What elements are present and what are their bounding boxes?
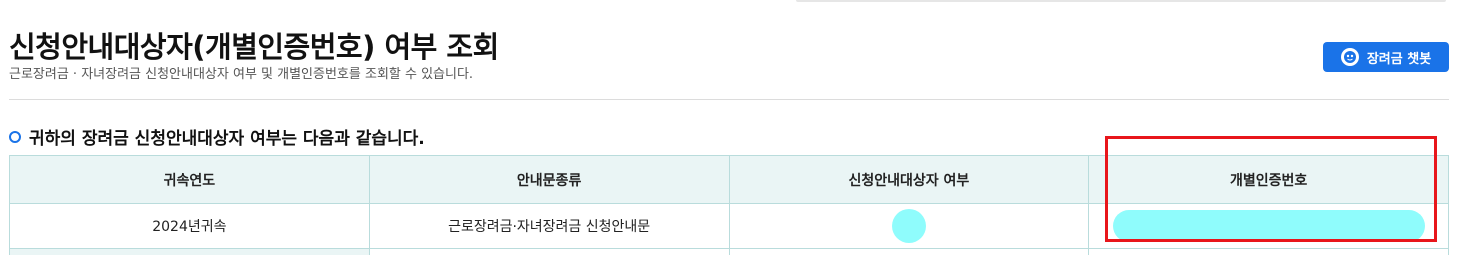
section-title: 귀하의 장려금 신청안내대상자 여부는 다음과 같습니다. (9, 124, 425, 149)
column-header-target-status: 신청안내대상자 여부 (728, 155, 1090, 204)
column-header-notice-type: 안내문종류 (368, 155, 730, 204)
redacted-target-status (891, 209, 926, 243)
chatbot-button[interactable]: 장려금 챗봇 (1323, 42, 1449, 72)
section-title-text: 귀하의 장려금 신청안내대상자 여부는 다음과 같습니다. (29, 129, 425, 149)
page-title: 신청안내대상자(개별인증번호) 여부 조회 (9, 30, 499, 64)
result-table: 귀속연도 안내문종류 신청안내대상자 여부 개별인증번호 2024년귀속 근로장… (9, 155, 1449, 255)
column-header-year: 귀속연도 (9, 155, 370, 204)
page: 신청안내대상자(개별인증번호) 여부 조회 근로장려금 · 자녀장려금 신청안내… (0, 0, 1476, 255)
page-description: 근로장려금 · 자녀장려금 신청안내대상자 여부 및 개별인증번호를 조회할 수… (9, 67, 474, 82)
cell-target-status (728, 203, 1090, 249)
column-header-auth-number: 개별인증번호 (1088, 155, 1449, 204)
cell-year: 2024년귀속 (9, 203, 370, 249)
cell-auth-number (1088, 203, 1449, 249)
table-row: 2024년귀속 근로장려금·자녀장려금 신청안내문 (9, 203, 1449, 249)
header-divider (9, 99, 1449, 100)
table-header-row: 귀속연도 안내문종류 신청안내대상자 여부 개별인증번호 (9, 155, 1449, 204)
circle-bullet-icon (9, 130, 21, 143)
cell-notice-type: 근로장려금·자녀장려금 신청안내문 (368, 203, 730, 249)
chatbot-button-label: 장려금 챗봇 (1366, 51, 1432, 67)
redacted-auth-number (1112, 210, 1425, 242)
chatbot-face-icon (1340, 48, 1359, 66)
table-row-partial (9, 248, 1449, 255)
top-nav-strip (796, 0, 1446, 2)
